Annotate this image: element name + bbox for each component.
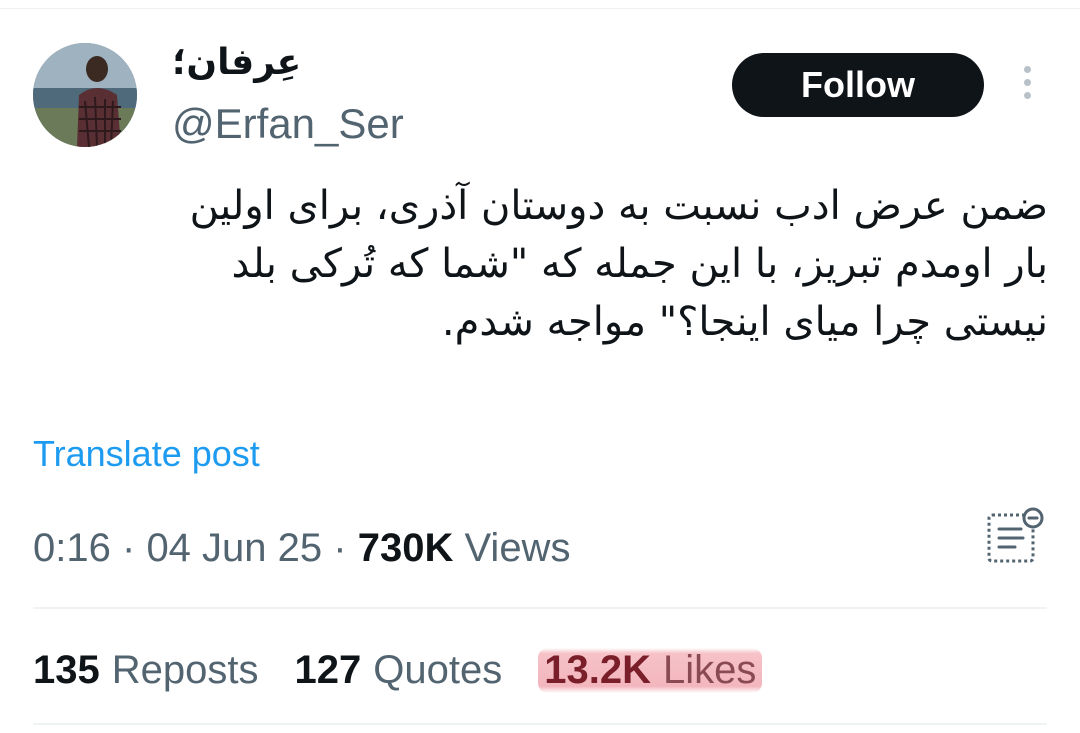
analytics-icon[interactable] — [985, 505, 1047, 567]
stats-divider-bottom — [33, 723, 1047, 725]
tweet-time[interactable]: 0:16 — [33, 526, 111, 570]
likes-count: 13.2K — [544, 648, 651, 692]
avatar-photo — [33, 43, 137, 147]
engagement-stats: 135 Reposts 127 Quotes 13.2K Likes — [33, 648, 763, 693]
views-label: Views — [464, 526, 571, 570]
meta-separator: · — [121, 526, 136, 570]
views-count: 730K — [357, 526, 454, 570]
author-display-name[interactable]: عِرفان؛ — [172, 42, 301, 83]
reposts-stat[interactable]: 135 Reposts — [33, 648, 259, 693]
meta-separator: · — [333, 526, 347, 570]
quotes-stat[interactable]: 127 Quotes — [295, 648, 503, 693]
more-vertical-icon[interactable] — [1014, 66, 1040, 106]
translate-post-link[interactable]: Translate post — [33, 433, 260, 475]
author-handle[interactable]: @Erfan_Ser — [172, 100, 404, 148]
likes-stat[interactable]: 13.2K Likes — [538, 648, 763, 693]
tweet-text: ضمن عرض ادب نسبت به دوستان آذری، برای او… — [189, 183, 1048, 345]
quotes-count: 127 — [294, 648, 362, 692]
reposts-label: Reposts — [111, 648, 259, 692]
top-divider — [0, 8, 1080, 9]
avatar[interactable] — [33, 43, 137, 147]
reposts-count: 135 — [33, 648, 100, 692]
quotes-label: Quotes — [373, 648, 503, 692]
tweet-date[interactable]: 04 Jun 25 — [146, 526, 322, 570]
stats-divider-top — [33, 607, 1047, 609]
likes-label: Likes — [662, 648, 757, 692]
follow-button[interactable]: Follow — [732, 53, 984, 117]
tweet-meta: 0:16 · 04 Jun 25 · 730K Views — [33, 526, 570, 571]
